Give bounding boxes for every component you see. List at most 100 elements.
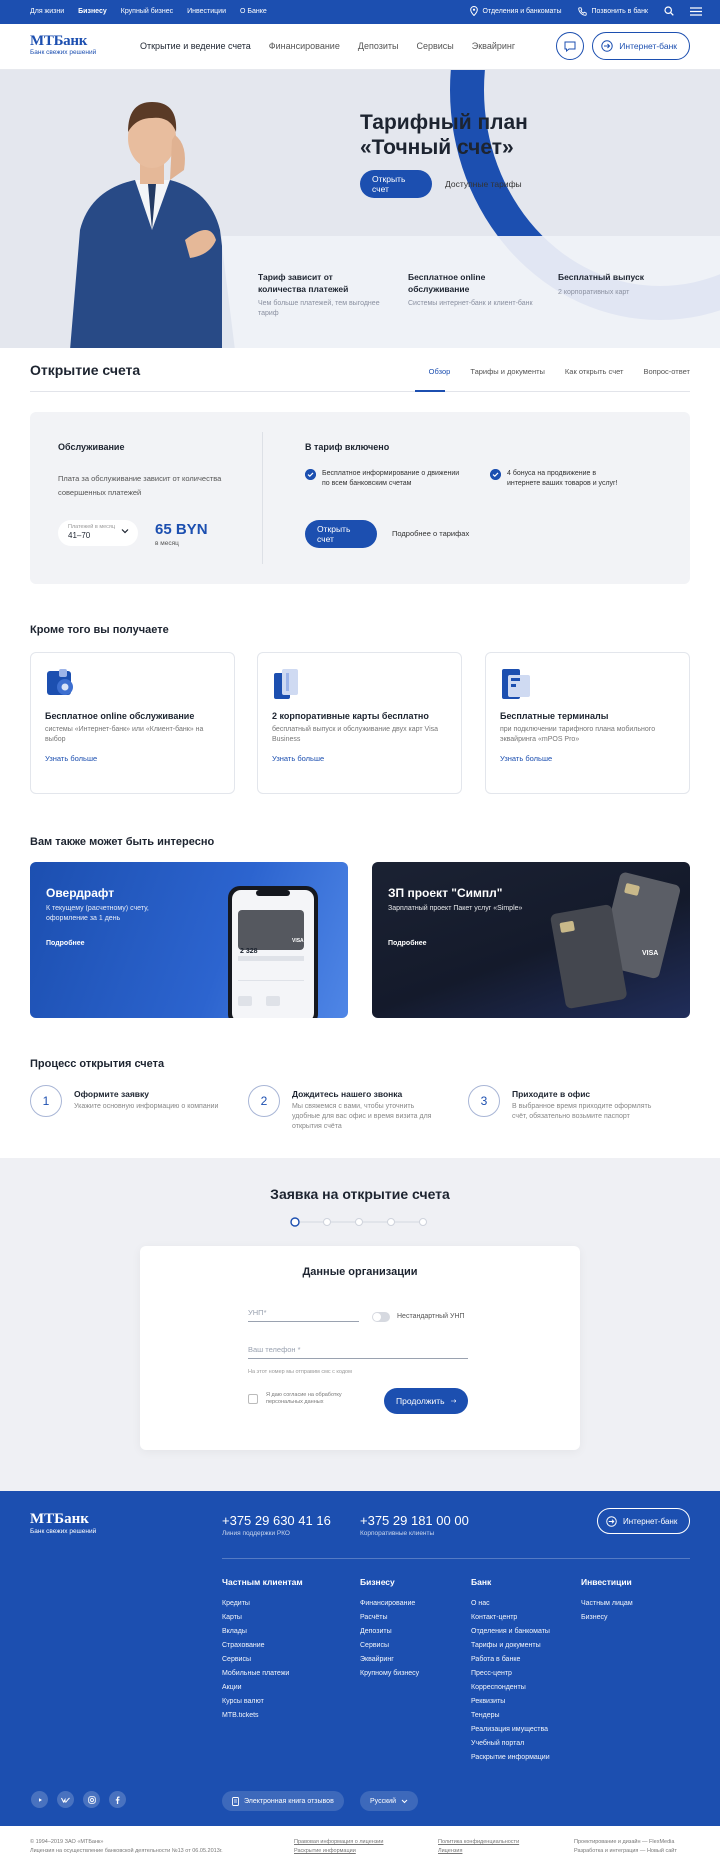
footer-link[interactable]: Корреспонденты	[471, 1681, 550, 1695]
consent-checkbox[interactable]	[248, 1394, 258, 1404]
chat-button[interactable]	[556, 32, 585, 60]
legal-link-disclosure[interactable]: Раскрытие информации	[294, 1848, 356, 1854]
footer-link[interactable]: Тендеры	[471, 1709, 550, 1723]
footer-link[interactable]: Контакт-центр	[471, 1611, 550, 1625]
bank-cards-illustration	[550, 872, 680, 1009]
feature-title: Тариф зависит от количества платежей	[258, 272, 349, 294]
footer-link[interactable]: Раскрытие информации	[471, 1751, 550, 1765]
footer-link[interactable]: Крупному бизнесу	[360, 1667, 419, 1681]
privacy-policy-link[interactable]: Политика конфиденциальности	[438, 1839, 519, 1845]
step-title: Приходите в офис	[512, 1089, 591, 1099]
footer-link[interactable]: Тарифы и документы	[471, 1639, 550, 1653]
tab-faq[interactable]: Вопрос-ответ	[643, 367, 690, 376]
footer-link[interactable]: Сервисы	[360, 1639, 419, 1653]
dev-credit-link[interactable]: Разработка и интеграция — Новый сайт	[574, 1848, 677, 1854]
footer-link[interactable]: Реализация имущества	[471, 1723, 550, 1737]
hero-feature: Бесплатное online обслуживание Системы и…	[408, 272, 533, 309]
footer-link[interactable]: Вклады	[222, 1625, 303, 1639]
promo-overdraft[interactable]: Овердрафт К текущему (расчетному) счету,…	[30, 862, 348, 1018]
footer-link[interactable]: Расчёты	[360, 1611, 419, 1625]
footer-link[interactable]: Учебный портал	[471, 1737, 550, 1751]
footer-divider	[222, 1558, 690, 1559]
footer-link[interactable]: О нас	[471, 1597, 550, 1611]
main-header: МТБанк Банк свежих решений Открытие и ве…	[0, 24, 720, 70]
footer-link[interactable]: Частным лицам	[581, 1597, 633, 1611]
card-more-link[interactable]: Узнать больше	[272, 754, 324, 763]
segment-link-about[interactable]: О Банке	[240, 8, 267, 15]
promo-title: ЗП проект "Симпл"	[388, 886, 503, 900]
vk-icon[interactable]	[57, 1791, 74, 1808]
nav-item-financing[interactable]: Финансирование	[269, 41, 340, 51]
footer-link[interactable]: Мобильные платежи	[222, 1667, 303, 1681]
phone-field[interactable]: Ваш телефон *	[248, 1345, 468, 1359]
nonstandard-unp-toggle[interactable]	[372, 1312, 390, 1322]
footer-link[interactable]: Реквизиты	[471, 1695, 550, 1709]
facebook-icon[interactable]	[109, 1791, 126, 1808]
internet-bank-button[interactable]: Интернет-банк	[592, 32, 690, 60]
footer-link[interactable]: MTB.tickets	[222, 1709, 303, 1723]
footer-column-title: Инвестиции	[581, 1577, 632, 1587]
footer-link[interactable]: Курсы валют	[222, 1695, 303, 1709]
footer-link[interactable]: Кредиты	[222, 1597, 303, 1611]
language-select[interactable]: Русский	[360, 1791, 418, 1811]
footer-link[interactable]: Страхование	[222, 1639, 303, 1653]
youtube-icon[interactable]	[31, 1791, 48, 1808]
section-title-interest: Вам также может быть интересно	[30, 836, 215, 848]
search-icon[interactable]	[664, 6, 674, 16]
call-bank-link[interactable]: Позвонить в банк	[577, 6, 648, 16]
footer-logo[interactable]: МТБанк Банк свежих решений	[30, 1511, 96, 1535]
design-credit-link[interactable]: Проектирование и дизайн — FlexMedia	[574, 1839, 674, 1845]
hero-tariffs-link[interactable]: Доступные тарифы	[445, 179, 522, 189]
footer-link[interactable]: Бизнесу	[581, 1611, 633, 1625]
promo-salary-project[interactable]: ЗП проект "Симпл" Зарплатный проект Паке…	[372, 862, 690, 1018]
section-title-account: Открытие счета	[30, 362, 141, 378]
promo-more-link[interactable]: Подробнее	[388, 940, 427, 947]
nav-item-acquiring[interactable]: Эквайринг	[472, 41, 515, 51]
menu-icon[interactable]	[690, 6, 702, 16]
bank-logo[interactable]: МТБанк Банк свежих решений	[30, 33, 96, 56]
tab-how-to-open[interactable]: Как открыть счет	[565, 367, 624, 376]
license-link[interactable]: Лицензия	[438, 1848, 462, 1854]
segment-link-corporate[interactable]: Крупный бизнес	[121, 8, 173, 15]
footer-link[interactable]: Акции	[222, 1681, 303, 1695]
location-pin-icon	[469, 6, 478, 16]
footer-link[interactable]: Карты	[222, 1611, 303, 1625]
nav-item-account[interactable]: Открытие и ведение счета	[140, 41, 251, 51]
instagram-icon[interactable]	[83, 1791, 100, 1808]
payments-select[interactable]: Платежей в месяц 41–70	[58, 520, 138, 546]
hero-open-account-button[interactable]: Открыть счет	[360, 170, 432, 198]
continue-button[interactable]: Продолжить	[384, 1388, 468, 1414]
footer-link[interactable]: Работа в банке	[471, 1653, 550, 1667]
nav-item-services[interactable]: Сервисы	[416, 41, 453, 51]
segment-link-investments[interactable]: Инвестиции	[187, 8, 226, 15]
footer-internet-bank-button[interactable]: Интернет-банк	[597, 1508, 691, 1534]
legal-link-license-info[interactable]: Правовая информация о лицензии	[294, 1839, 383, 1845]
footer-phone-corporate[interactable]: +375 29 181 00 00 Корпоративные клиенты	[360, 1513, 469, 1537]
step-desc: Укажите основную информацию о компании	[74, 1103, 219, 1110]
footer-link[interactable]: Пресс-центр	[471, 1667, 550, 1681]
privacy-links: Политика конфиденциальности Лицензия	[438, 1838, 519, 1856]
unp-field[interactable]: УНП*	[248, 1308, 359, 1322]
review-book-button[interactable]: Электронная книга отзывов	[222, 1791, 344, 1811]
footer-link[interactable]: Сервисы	[222, 1653, 303, 1667]
footer-link[interactable]: Депозиты	[360, 1625, 419, 1639]
card-more-link[interactable]: Узнать больше	[45, 754, 97, 763]
logo-name: МТБанк	[30, 33, 88, 49]
internet-bank-label: Интернет-банк	[623, 1516, 678, 1526]
legal-copyright-block: © 1994–2019 ЗАО «МТБанк» Лицензия на осу…	[30, 1838, 230, 1856]
promo-more-link[interactable]: Подробнее	[46, 940, 85, 947]
nav-item-deposits[interactable]: Депозиты	[358, 41, 399, 51]
tariffs-more-link[interactable]: Подробнее о тарифах	[392, 529, 469, 538]
footer-link[interactable]: Эквайринг	[360, 1653, 419, 1667]
open-account-button[interactable]: Открыть счет	[305, 520, 377, 548]
tab-tariffs[interactable]: Тарифы и документы	[470, 367, 545, 376]
offices-link[interactable]: Отделения и банкоматы	[469, 6, 562, 16]
footer-link[interactable]: Отделения и банкоматы	[471, 1625, 550, 1639]
segment-link-business[interactable]: Бизнесу	[78, 8, 107, 15]
card-more-link[interactable]: Узнать больше	[500, 754, 552, 763]
segment-link-personal[interactable]: Для жизни	[30, 8, 64, 15]
tab-overview[interactable]: Обзор	[429, 367, 451, 376]
footer-link[interactable]: Финансирование	[360, 1597, 419, 1611]
footer-phone-support[interactable]: +375 29 630 41 16 Линия поддержки РКО	[222, 1513, 331, 1537]
footer-column-personal: Частным клиентам Кредиты Карты Вклады Ст…	[222, 1577, 303, 1723]
